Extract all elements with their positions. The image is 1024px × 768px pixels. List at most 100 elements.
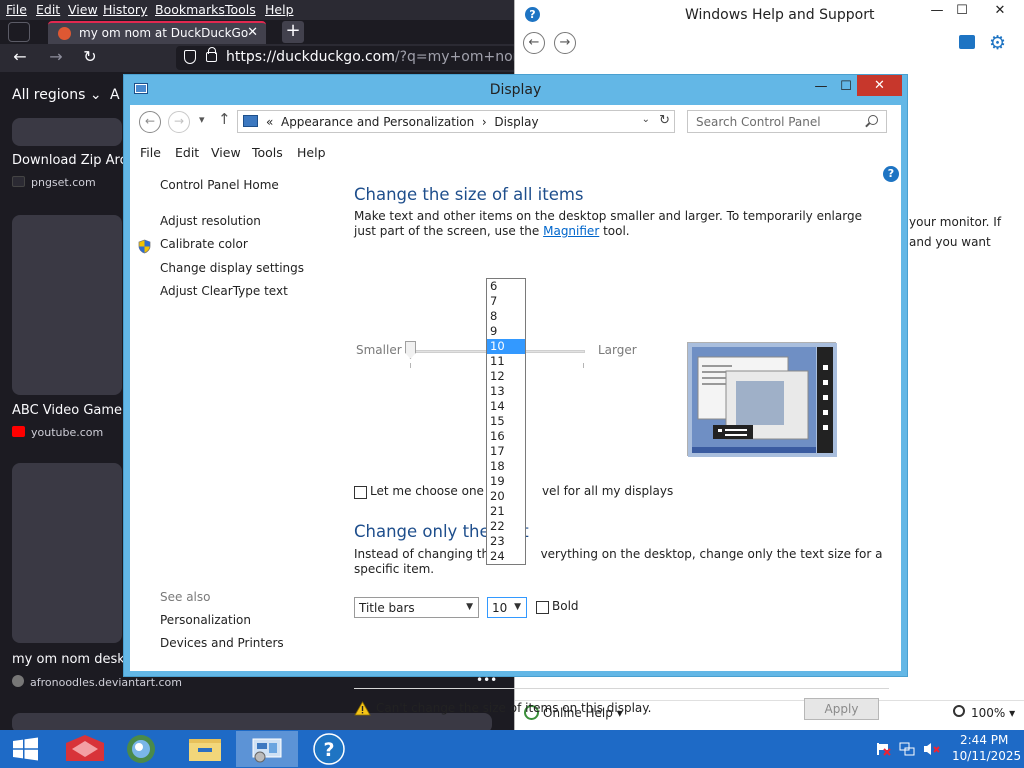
new-tab-button[interactable]: + [282, 21, 304, 43]
item-select[interactable]: Title bars ▼ [354, 597, 479, 618]
font-size-option[interactable]: 22 [487, 519, 525, 534]
network-icon[interactable] [899, 741, 917, 760]
breadcrumb-separator[interactable]: › [482, 115, 487, 129]
font-size-option[interactable]: 7 [487, 294, 525, 309]
sidebar-devices-printers[interactable]: Devices and Printers [160, 636, 284, 650]
menu-file[interactable]: File [140, 145, 161, 160]
gear-icon[interactable]: ⚙ [989, 32, 1006, 54]
print-icon[interactable] [959, 35, 975, 49]
lock-icon[interactable] [206, 47, 217, 62]
help-forward-icon[interactable]: → [554, 32, 576, 54]
forward-arrow-icon[interactable]: → [44, 47, 68, 66]
bold-checkbox[interactable] [536, 601, 549, 614]
clock-date[interactable]: 10/11/2025 [952, 749, 1021, 763]
result-title[interactable]: Download Zip Arch [12, 153, 135, 168]
help-taskbar-icon[interactable]: ? [298, 731, 360, 767]
back-button[interactable]: ← [139, 111, 161, 133]
up-arrow-icon[interactable]: ↑ [218, 110, 231, 128]
font-size-option[interactable]: 12 [487, 369, 525, 384]
forward-button[interactable]: → [168, 111, 190, 133]
help-icon[interactable]: ? [883, 166, 899, 182]
ff-menu-help[interactable]: Help [265, 2, 294, 17]
apply-button[interactable]: Apply [804, 698, 879, 720]
start-button[interactable] [0, 731, 52, 767]
result-title[interactable]: my om nom deskto [12, 652, 138, 667]
breadcrumb-display[interactable]: Display [494, 115, 538, 129]
font-size-option[interactable]: 16 [487, 429, 525, 444]
filter-dropdown[interactable]: A [110, 87, 120, 103]
font-size-option[interactable]: 18 [487, 459, 525, 474]
ff-menu-edit[interactable]: Edit [36, 2, 60, 17]
result-title[interactable]: ABC Video Game w [12, 403, 137, 418]
font-size-option[interactable]: 11 [487, 354, 525, 369]
font-size-option[interactable]: 14 [487, 399, 525, 414]
font-size-select[interactable]: 10 ▼ [487, 597, 527, 618]
taskbar-app-icon[interactable] [54, 731, 116, 767]
url-bar[interactable]: https://duckduckgo.com/?q=my+om+nom+& [176, 46, 514, 70]
font-size-option[interactable]: 13 [487, 384, 525, 399]
font-size-option[interactable]: 10 [487, 339, 525, 354]
clock-time[interactable]: 2:44 PM [960, 733, 1008, 747]
tab-duckduckgo[interactable]: my om nom at DuckDuckGo ✕ [48, 21, 266, 45]
result-thumbnail[interactable] [12, 463, 122, 643]
font-size-option[interactable]: 9 [487, 324, 525, 339]
sidebar-control-panel-home[interactable]: Control Panel Home [160, 178, 279, 192]
font-size-option[interactable]: 17 [487, 444, 525, 459]
ff-menu-file[interactable]: File [6, 2, 27, 17]
sidebar-adjust-resolution[interactable]: Adjust resolution [160, 214, 261, 228]
flag-icon[interactable] [875, 741, 891, 760]
recent-pages-icon[interactable]: ▾ [199, 113, 205, 126]
result-thumbnail[interactable] [12, 118, 122, 146]
ff-menu-history[interactable]: History [103, 2, 147, 17]
font-size-option[interactable]: 19 [487, 474, 525, 489]
close-button[interactable]: ✕ [985, 3, 1015, 18]
slider-thumb[interactable] [405, 341, 416, 359]
font-size-option[interactable]: 15 [487, 414, 525, 429]
reload-icon[interactable]: ↻ [78, 47, 102, 66]
tab-close-icon[interactable]: ✕ [247, 25, 258, 40]
magnifier-link[interactable]: Magnifier [543, 224, 599, 238]
result-thumbnail[interactable] [12, 215, 122, 395]
file-explorer-icon[interactable] [174, 731, 236, 767]
ff-menu-tools[interactable]: Tools [225, 2, 256, 17]
sidebar-personalization[interactable]: Personalization [160, 613, 251, 627]
font-size-option[interactable]: 21 [487, 504, 525, 519]
sidebar-adjust-cleartype[interactable]: Adjust ClearType text [160, 284, 288, 298]
menu-help[interactable]: Help [297, 145, 326, 160]
back-arrow-icon[interactable]: ← [8, 47, 32, 66]
chevron-down-icon[interactable]: ⌄ [642, 114, 650, 125]
volume-muted-icon[interactable] [923, 741, 941, 760]
taskbar-globe-icon[interactable] [110, 731, 172, 767]
font-size-option[interactable]: 23 [487, 534, 525, 549]
tracking-shield-icon[interactable] [184, 50, 196, 64]
close-button[interactable]: ✕ [857, 75, 902, 96]
sidebar-calibrate-color[interactable]: Calibrate color [160, 237, 248, 251]
font-size-option[interactable]: 6 [487, 279, 525, 294]
search-icon[interactable] [868, 115, 878, 125]
control-panel-taskbar-icon[interactable] [236, 731, 298, 767]
minimize-button[interactable]: — [807, 77, 835, 97]
breadcrumb-overflow[interactable]: « [266, 115, 273, 129]
maximize-button[interactable]: ☐ [947, 3, 977, 18]
search-input[interactable]: Search Control Panel [687, 110, 887, 133]
font-size-option[interactable]: 8 [487, 309, 525, 324]
result-thumbnail[interactable] [12, 713, 492, 730]
refresh-icon[interactable]: ↻ [659, 113, 670, 128]
regions-dropdown[interactable]: All regions ⌄ [12, 87, 102, 103]
menu-view[interactable]: View [211, 145, 241, 160]
menu-tools[interactable]: Tools [252, 145, 283, 160]
font-size-option[interactable]: 24 [487, 549, 525, 564]
zoom-level[interactable]: 100% ▾ [971, 706, 1015, 720]
tab-overview-icon[interactable] [8, 22, 30, 42]
ff-menu-bookmarks[interactable]: Bookmarks [155, 2, 225, 17]
font-size-option[interactable]: 20 [487, 489, 525, 504]
font-size-dropdown-list[interactable]: 6 7 8 9 10 11 12 13 14 15 16 17 18 19 20 21 22 23 24 [486, 278, 526, 565]
address-bar[interactable]: « Appearance and Personalization › Displ… [237, 110, 675, 133]
help-back-icon[interactable]: ← [523, 32, 545, 54]
maximize-button[interactable]: ☐ [832, 77, 860, 97]
sidebar-change-display-settings[interactable]: Change display settings [160, 261, 304, 275]
ff-menu-view[interactable]: View [68, 2, 98, 17]
scaling-checkbox[interactable] [354, 486, 367, 499]
menu-edit[interactable]: Edit [175, 145, 199, 160]
breadcrumb-appearance[interactable]: Appearance and Personalization [281, 115, 474, 129]
